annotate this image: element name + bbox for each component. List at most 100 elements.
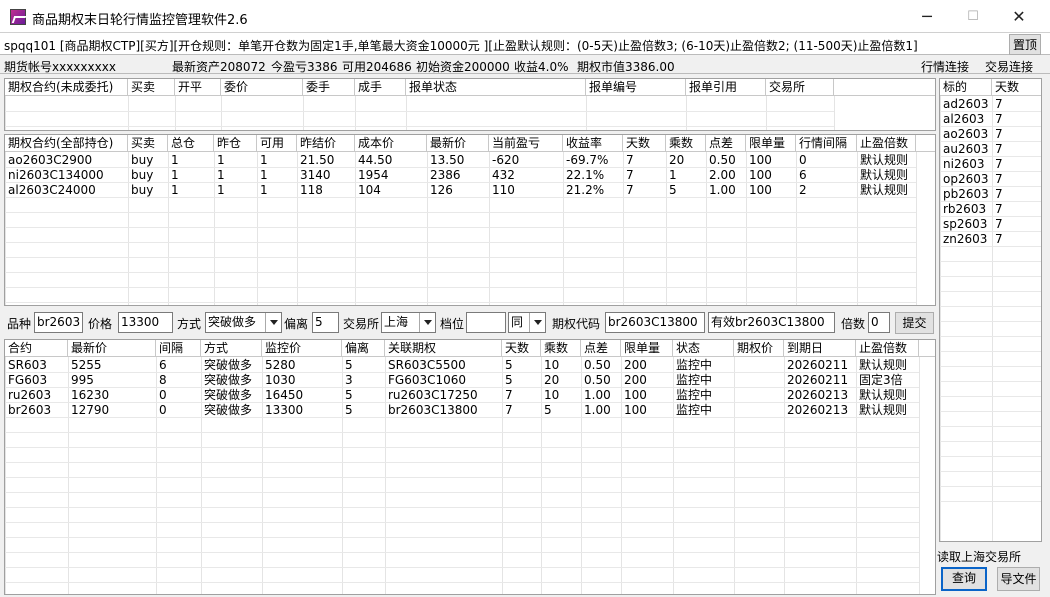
target-row-cell[interactable]: 7: [992, 127, 1041, 142]
column-header[interactable]: 报单状态: [406, 79, 586, 96]
monitor-row-cell[interactable]: 0: [156, 403, 201, 418]
target-row-cell[interactable]: 7: [992, 112, 1041, 127]
monitor-row-cell[interactable]: 突破做多: [201, 388, 262, 403]
column-header[interactable]: 买卖: [128, 135, 168, 152]
position-row-cell[interactable]: 100: [746, 183, 796, 198]
monitor-row-cell[interactable]: 默认规则: [856, 388, 919, 403]
monitor-table[interactable]: 合约 最新价 间隔 方式 监控价 偏离 关联期权 天数 乘数 点差 限单量 状态 期权价 到期日 止盈倍数 S…: [4, 339, 936, 595]
column-header[interactable]: 天数: [502, 340, 541, 357]
positions-table[interactable]: 期权合约(全部持仓) 买卖 总仓 昨仓 可用 昨结价 成本价 最新价 当前盈亏 收益率 天数 乘数 点差…: [4, 134, 936, 306]
monitor-row-cell[interactable]: 0.50: [581, 358, 621, 373]
column-header[interactable]: 方式: [201, 340, 262, 357]
position-row-cell[interactable]: 104: [355, 183, 427, 198]
monitor-row-cell[interactable]: 0.50: [581, 373, 621, 388]
chevron-down-icon[interactable]: [265, 313, 281, 332]
monitor-row-cell[interactable]: 20: [541, 373, 581, 388]
valid-option-field[interactable]: 有效br2603C13800: [708, 312, 835, 333]
column-header[interactable]: 买卖: [128, 79, 175, 96]
level-input[interactable]: [466, 312, 506, 333]
target-row-cell[interactable]: 7: [992, 142, 1041, 157]
monitor-row-cell[interactable]: ru2603: [5, 388, 68, 403]
column-header[interactable]: 监控价: [262, 340, 342, 357]
option-code-input[interactable]: br2603C13800: [605, 312, 705, 333]
position-row-cell[interactable]: 1.00: [706, 183, 746, 198]
monitor-row-cell[interactable]: 1030: [262, 373, 342, 388]
export-file-button[interactable]: 导文件: [997, 567, 1040, 591]
column-header[interactable]: 合约: [5, 340, 68, 357]
position-row-cell[interactable]: 1954: [355, 168, 427, 183]
position-row-cell[interactable]: 118: [297, 183, 355, 198]
offset-input[interactable]: 5: [312, 312, 339, 333]
position-row-cell[interactable]: 0: [796, 153, 857, 168]
position-row-cell[interactable]: -620: [489, 153, 563, 168]
column-header[interactable]: 委价: [221, 79, 303, 96]
variety-input[interactable]: br2603: [34, 312, 83, 333]
target-row-cell[interactable]: rb2603: [940, 202, 992, 217]
pending-orders-table[interactable]: 期权合约(未成委托) 买卖 开平 委价 委手 成手 报单状态 报单编号 报单引用 交易所: [4, 78, 936, 131]
position-row-cell[interactable]: buy: [128, 153, 168, 168]
monitor-row-cell[interactable]: [734, 373, 784, 388]
underlying-list[interactable]: 标的 天数 ad2603 7 al2603 7 ao2603 7 au2603 7 ni2603 7 o…: [939, 78, 1042, 542]
monitor-row-cell[interactable]: 突破做多: [201, 403, 262, 418]
position-row-cell[interactable]: 1: [257, 153, 297, 168]
position-row-cell[interactable]: 5: [666, 183, 706, 198]
monitor-row-cell[interactable]: 16450: [262, 388, 342, 403]
position-row-cell[interactable]: 6: [796, 168, 857, 183]
monitor-row-cell[interactable]: ru2603C17250: [385, 388, 502, 403]
column-header[interactable]: 止盈倍数: [857, 135, 916, 152]
column-header[interactable]: 昨结价: [297, 135, 355, 152]
monitor-row-cell[interactable]: SR603: [5, 358, 68, 373]
column-header[interactable]: 期权价: [734, 340, 784, 357]
position-row-cell[interactable]: 2.00: [706, 168, 746, 183]
position-row-cell[interactable]: 7: [623, 183, 666, 198]
monitor-row-cell[interactable]: 固定3倍: [856, 373, 919, 388]
monitor-row-cell[interactable]: 5: [502, 358, 541, 373]
position-row-cell[interactable]: 默认规则: [857, 153, 916, 168]
position-row-cell[interactable]: al2603C24000: [5, 183, 128, 198]
column-header[interactable]: 最新价: [68, 340, 156, 357]
position-row-cell[interactable]: buy: [128, 168, 168, 183]
position-row-cell[interactable]: 20: [666, 153, 706, 168]
monitor-row-cell[interactable]: [734, 403, 784, 418]
column-header[interactable]: 点差: [706, 135, 746, 152]
monitor-row-cell[interactable]: SR603C5500: [385, 358, 502, 373]
column-header[interactable]: 收益率: [563, 135, 623, 152]
target-row-cell[interactable]: zn2603: [940, 232, 992, 247]
query-button[interactable]: 查询: [941, 567, 987, 591]
target-row-cell[interactable]: 7: [992, 187, 1041, 202]
position-row-cell[interactable]: 0.50: [706, 153, 746, 168]
position-row-cell[interactable]: 2: [796, 183, 857, 198]
monitor-row-cell[interactable]: 5: [502, 373, 541, 388]
target-row-cell[interactable]: pb2603: [940, 187, 992, 202]
trade-connection[interactable]: 交易连接: [985, 58, 1033, 75]
monitor-row-cell[interactable]: 100: [621, 403, 673, 418]
position-row-cell[interactable]: 1: [214, 153, 257, 168]
maximize-button[interactable]: ☐: [950, 0, 996, 33]
position-row-cell[interactable]: 1: [168, 168, 214, 183]
target-row-cell[interactable]: 7: [992, 157, 1041, 172]
target-row-cell[interactable]: op2603: [940, 172, 992, 187]
position-row-cell[interactable]: 1: [168, 153, 214, 168]
monitor-row-cell[interactable]: 20260213: [784, 388, 856, 403]
column-header[interactable]: 行情间隔: [796, 135, 857, 152]
position-row-cell[interactable]: 1: [214, 168, 257, 183]
monitor-row-cell[interactable]: 20260213: [784, 403, 856, 418]
monitor-row-cell[interactable]: 5: [541, 403, 581, 418]
monitor-row-cell[interactable]: 监控中: [673, 403, 734, 418]
monitor-row-cell[interactable]: 20260211: [784, 373, 856, 388]
monitor-row-cell[interactable]: 5: [342, 388, 385, 403]
position-row-cell[interactable]: 3140: [297, 168, 355, 183]
column-header[interactable]: 成手: [355, 79, 406, 96]
monitor-row-cell[interactable]: 5280: [262, 358, 342, 373]
monitor-row-cell[interactable]: 监控中: [673, 358, 734, 373]
monitor-row-cell[interactable]: 监控中: [673, 373, 734, 388]
target-row-cell[interactable]: 7: [992, 97, 1041, 112]
position-row-cell[interactable]: 100: [746, 153, 796, 168]
mode-select[interactable]: 突破做多: [205, 312, 282, 333]
monitor-row-cell[interactable]: 默认规则: [856, 403, 919, 418]
column-header[interactable]: 报单编号: [586, 79, 686, 96]
chevron-down-icon[interactable]: [529, 313, 545, 332]
position-row-cell[interactable]: ni2603C134000: [5, 168, 128, 183]
monitor-row-cell[interactable]: FG603C1060: [385, 373, 502, 388]
monitor-row-cell[interactable]: 20260211: [784, 358, 856, 373]
